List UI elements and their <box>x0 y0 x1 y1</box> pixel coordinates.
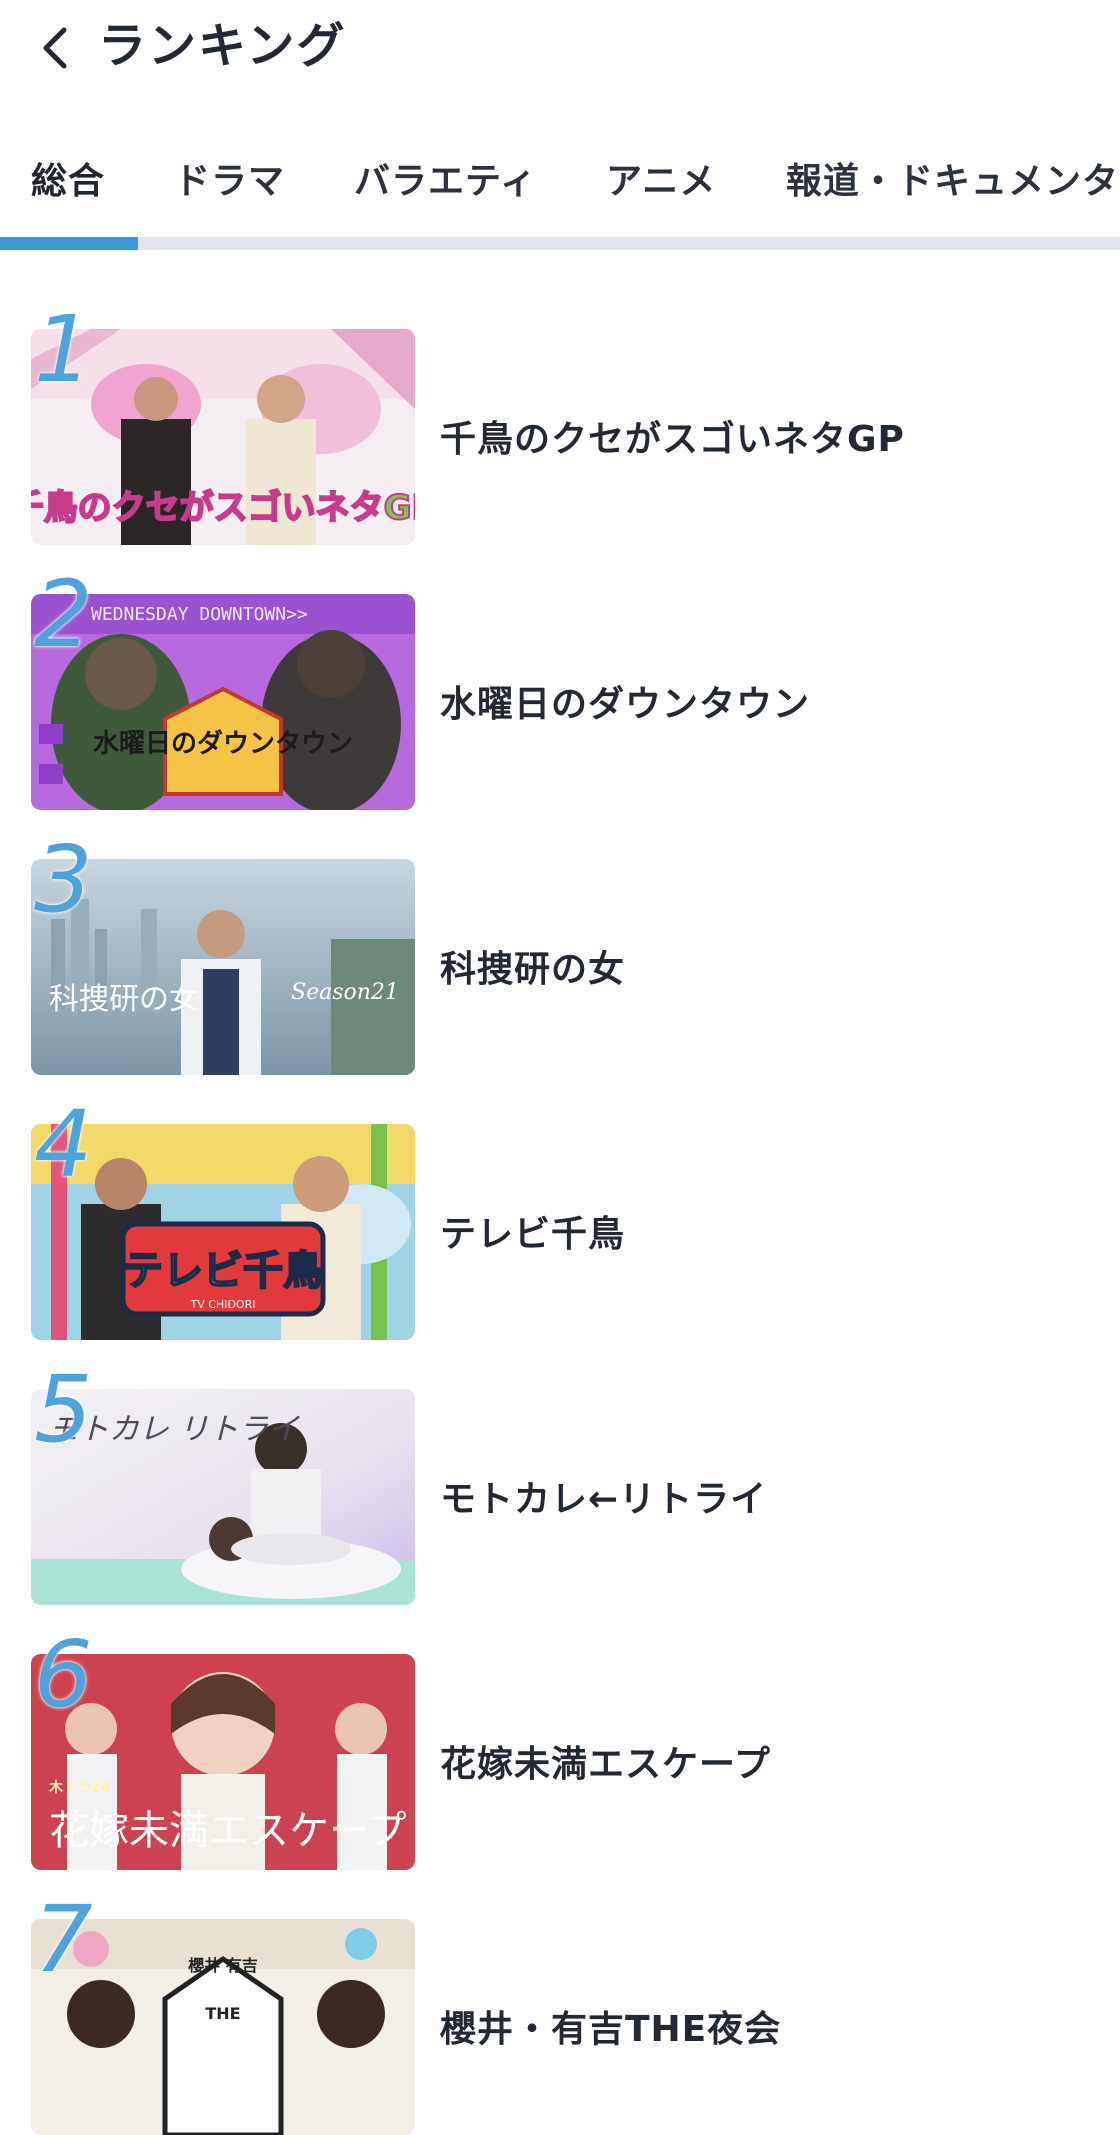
ranking-item[interactable]: 6 木ドラ24 花嫁未満エスケープ 花嫁未満エスケープ <box>0 1621 1120 1870</box>
program-title: 千鳥のクセがスゴいネタGP <box>440 419 905 460</box>
ranking-item[interactable]: 3 科捜研の女 Season21 科捜研の女 <box>0 826 1120 1075</box>
thumbnail-banner: WEDNESDAY DOWNTOWN>> <box>91 604 308 625</box>
ranking-item[interactable]: 4 テレビ千鳥 TV CHIDORI テレビ千鳥 <box>0 1091 1120 1340</box>
rank-number: 2 <box>34 561 93 668</box>
category-tabs: 総合 ドラマ バラエティ アニメ 報道・ドキュメンタリー <box>0 130 1120 250</box>
thumbnail-caption: 水曜日のダウンタウン <box>93 728 353 759</box>
ranking-item[interactable]: 2 WEDNESDAY DOWNTOWN>> 水曜日のダウンタウン 水曜日のダウ… <box>0 561 1120 810</box>
thumbnail-sub: TV CHIDORI <box>190 1298 256 1311</box>
active-tab-indicator <box>0 237 138 250</box>
page-title: ランキング <box>98 18 347 74</box>
tab-drama[interactable]: ドラマ <box>174 152 285 204</box>
thumbnail-caption: 科捜研の女 <box>49 982 199 1017</box>
program-title: 科捜研の女 <box>440 949 626 990</box>
thumbnail-names: 櫻井 有吉 <box>187 1956 258 1975</box>
rank-number: 4 <box>34 1091 93 1198</box>
thumbnail-season: Season21 <box>291 980 399 1005</box>
program-title: テレビ千鳥 <box>440 1214 626 1255</box>
program-title: モトカレ←リトライ <box>440 1479 768 1520</box>
ranking-item[interactable]: 5 モトカレ リトライ モトカレ←リトライ <box>0 1356 1120 1605</box>
thumbnail-caption: 花嫁未満エスケープ <box>49 1808 407 1854</box>
rank-number: 7 <box>34 1886 93 1993</box>
thumbnail-caption: THE <box>205 2004 240 2023</box>
ranking-item[interactable]: 1 千鳥のクセがスゴいネタGP 千鳥のクセがスゴいネタGP <box>0 296 1120 545</box>
tab-track <box>0 237 1120 250</box>
program-title: 花嫁未満エスケープ <box>440 1744 771 1785</box>
tab-anime[interactable]: アニメ <box>606 152 716 204</box>
chevron-left-icon <box>43 27 67 69</box>
tab-variety[interactable]: バラエティ <box>354 152 537 204</box>
app-header: ランキング <box>0 0 1120 100</box>
program-title: 櫻井・有吉THE夜会 <box>440 2009 782 2050</box>
rank-number: 3 <box>34 826 93 933</box>
ranking-item[interactable]: 7 櫻井 有吉 THE 櫻井・有吉THE夜会 <box>0 1886 1120 2135</box>
tab-overall[interactable]: 総合 <box>31 152 105 204</box>
thumbnail-caption: テレビ千鳥 <box>123 1248 323 1294</box>
thumbnail-sub: 木ドラ24 <box>48 1779 111 1796</box>
program-title: 水曜日のダウンタウン <box>440 684 811 725</box>
rank-number: 1 <box>34 296 93 403</box>
rank-number: 5 <box>34 1356 93 1463</box>
rank-number: 6 <box>34 1621 93 1728</box>
back-button[interactable] <box>26 18 86 78</box>
thumbnail-caption: 千鳥のクセがスゴいネタGP <box>31 488 415 528</box>
tab-news-documentary[interactable]: 報道・ドキュメンタリー <box>786 152 1120 204</box>
